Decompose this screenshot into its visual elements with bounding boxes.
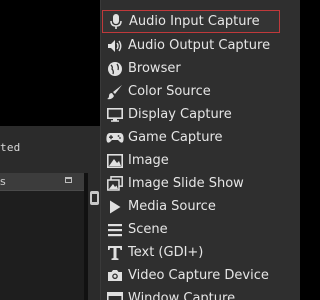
paintbrush-icon (103, 80, 127, 103)
speaker-icon (103, 34, 127, 57)
slideshow-icon (103, 172, 127, 195)
menu-item-video-capture-device[interactable]: Video Capture Device (101, 264, 300, 287)
monitor-icon (103, 103, 127, 126)
menu-item-label: Media Source (128, 199, 216, 214)
text-icon (103, 241, 127, 264)
list-icon (103, 218, 127, 241)
play-icon (103, 195, 127, 218)
status-text: ted (0, 141, 21, 154)
obs-window: ted s Audio Input Capture Audio Output C… (0, 0, 300, 300)
copy-icon[interactable] (90, 191, 99, 205)
sources-dock-header: s (0, 173, 84, 191)
menu-item-browser[interactable]: Browser (101, 57, 300, 80)
add-source-menu: Audio Input Capture Audio Output Capture (100, 0, 300, 300)
menu-item-image[interactable]: Image (101, 149, 300, 172)
gamepad-icon (103, 126, 127, 149)
side-toolbar (88, 173, 100, 300)
menu-item-scene[interactable]: Scene (101, 218, 300, 241)
menu-item-label: Audio Input Capture (129, 14, 260, 29)
menu-item-label: Game Capture (128, 130, 223, 145)
menu-item-label: Audio Output Capture (128, 38, 271, 53)
menu-item-audio-input-capture[interactable]: Audio Input Capture (102, 10, 280, 33)
menu-item-label: Image (128, 153, 169, 168)
microphone-icon (104, 10, 128, 33)
window-icon (103, 287, 127, 300)
menu-item-label: Scene (128, 222, 168, 237)
dock-title: s (0, 175, 6, 188)
sources-list[interactable] (0, 191, 84, 300)
camera-icon (103, 264, 127, 287)
menu-item-color-source[interactable]: Color Source (101, 80, 300, 103)
menu-item-display-capture[interactable]: Display Capture (101, 103, 300, 126)
menu-item-media-source[interactable]: Media Source (101, 195, 300, 218)
menu-item-label: Image Slide Show (128, 176, 244, 191)
menu-item-label: Window Capture (128, 291, 236, 300)
menu-item-game-capture[interactable]: Game Capture (101, 126, 300, 149)
menu-item-window-capture[interactable]: Window Capture (101, 287, 300, 300)
menu-item-label: Color Source (128, 84, 211, 99)
menu-item-label: Browser (128, 61, 181, 76)
menu-item-image-slide-show[interactable]: Image Slide Show (101, 172, 300, 195)
menu-item-text-gdi[interactable]: Text (GDI+) (101, 241, 300, 264)
image-icon (103, 149, 127, 172)
menu-item-label: Display Capture (128, 107, 232, 122)
float-dock-icon[interactable] (65, 177, 72, 183)
menu-item-audio-output-capture[interactable]: Audio Output Capture (101, 34, 300, 57)
menu-item-label: Video Capture Device (128, 268, 269, 283)
menu-item-label: Text (GDI+) (128, 245, 204, 260)
globe-icon (103, 57, 127, 80)
